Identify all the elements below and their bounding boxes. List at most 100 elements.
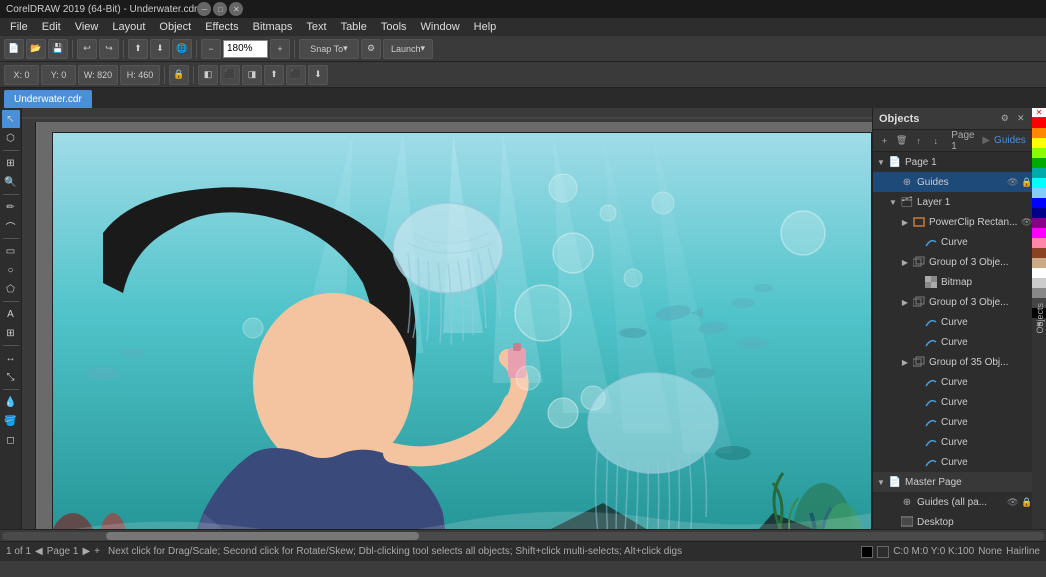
palette-magenta[interactable] [1032, 228, 1046, 238]
redo-button[interactable]: ↪ [99, 39, 119, 59]
layer1-arrow[interactable]: ▼ [887, 196, 899, 208]
guides-visibility[interactable]: 👁 [1006, 175, 1020, 189]
import-button[interactable]: ⬆ [128, 39, 148, 59]
canvas-content[interactable]: Mark Anthony J. Guzman [22, 122, 872, 529]
lock-ratio-button[interactable]: 🔒 [169, 65, 189, 85]
table-tool[interactable]: ⊞ [2, 324, 20, 342]
palette-teal[interactable] [1032, 168, 1046, 178]
objects-tree[interactable]: ▼ 📄 Page 1 ⊕ Guides 👁 🔒 ▼ 🗂 Layer 1 [873, 152, 1034, 529]
menu-edit[interactable]: Edit [36, 20, 67, 34]
obj-move-down-button[interactable]: ↓ [928, 133, 943, 149]
tree-desktop[interactable]: Desktop [873, 512, 1034, 529]
outline-color-swatch[interactable] [877, 546, 889, 558]
palette-yellow[interactable] [1032, 138, 1046, 148]
palette-no-fill[interactable]: ✕ [1032, 108, 1046, 118]
freehand-tool[interactable]: ✏ [2, 198, 20, 216]
outline-tool[interactable]: ◻ [2, 431, 20, 449]
palette-sky[interactable] [1032, 188, 1046, 198]
palette-pink[interactable] [1032, 238, 1046, 248]
undo-button[interactable]: ↩ [77, 39, 97, 59]
menu-table[interactable]: Table [335, 20, 373, 34]
tree-group2[interactable]: ▶ Group of 3 Obje... [873, 292, 1034, 312]
palette-blue[interactable] [1032, 198, 1046, 208]
palette-brown[interactable] [1032, 248, 1046, 258]
menu-bitmaps[interactable]: Bitmaps [247, 20, 299, 34]
tree-layer1[interactable]: ▼ 🗂 Layer 1 [873, 192, 1034, 212]
fill-tool[interactable]: 🪣 [2, 412, 20, 430]
palette-gray[interactable] [1032, 288, 1046, 298]
tree-page1[interactable]: ▼ 📄 Page 1 [873, 152, 1034, 172]
publish-button[interactable]: 🌐 [172, 39, 192, 59]
obj-delete-button[interactable]: 🗑 [894, 133, 909, 149]
options-button[interactable]: ⚙ [361, 39, 381, 59]
node-tool[interactable]: ⬡ [2, 129, 20, 147]
ellipse-tool[interactable]: ○ [2, 261, 20, 279]
guides-all-visibility[interactable]: 👁 [1006, 495, 1020, 509]
palette-red[interactable] [1032, 118, 1046, 128]
page-nav-prev[interactable]: ◀ [35, 546, 43, 557]
document-tab[interactable]: Underwater.cdr [4, 90, 92, 108]
page-nav-next[interactable]: ▶ [82, 546, 90, 557]
powerclip-arrow[interactable]: ▶ [899, 216, 911, 228]
tree-powerclip[interactable]: ▶ PowerClip Rectan... 👁 [873, 212, 1034, 232]
menu-view[interactable]: View [69, 20, 105, 34]
panel-close-button[interactable]: ✕ [1014, 112, 1028, 126]
text-tool[interactable]: A [2, 305, 20, 323]
menu-help[interactable]: Help [468, 20, 503, 34]
close-button[interactable]: ✕ [229, 2, 243, 16]
fill-color-swatch[interactable] [861, 546, 873, 558]
breadcrumb-guides[interactable]: Guides [994, 135, 1026, 146]
zoom-tool[interactable]: 🔍 [2, 173, 20, 191]
dimension-tool[interactable]: ↔ [2, 349, 20, 367]
obj-position-x[interactable]: X: 0 [4, 65, 39, 85]
zoom-input[interactable] [223, 40, 268, 58]
obj-add-layer-button[interactable]: + [877, 133, 892, 149]
bezier-tool[interactable]: ⌒ [2, 217, 20, 235]
tree-curve6[interactable]: Curve [873, 412, 1034, 432]
tree-curve3[interactable]: Curve [873, 332, 1034, 352]
menu-layout[interactable]: Layout [106, 20, 151, 34]
new-button[interactable]: 📄 [4, 39, 24, 59]
palette-purple[interactable] [1032, 218, 1046, 228]
tree-curve8[interactable]: Curve [873, 452, 1034, 472]
tree-curve5[interactable]: Curve [873, 392, 1034, 412]
palette-lime[interactable] [1032, 148, 1046, 158]
palette-green[interactable] [1032, 158, 1046, 168]
tree-guides-all[interactable]: ⊕ Guides (all pa... 👁 🔒 [873, 492, 1034, 512]
rectangle-tool[interactable]: ▭ [2, 242, 20, 260]
zoom-out-button[interactable]: − [201, 39, 221, 59]
crop-tool[interactable]: ⊞ [2, 154, 20, 172]
minimize-button[interactable]: ─ [197, 2, 211, 16]
obj-width[interactable]: W: 820 [78, 65, 118, 85]
tree-group1[interactable]: ▶ Group of 3 Obje... [873, 252, 1034, 272]
obj-move-up-button[interactable]: ↑ [911, 133, 926, 149]
tree-curve2[interactable]: Curve [873, 312, 1034, 332]
align-middle-button[interactable]: ⬛ [286, 65, 306, 85]
align-bottom-button[interactable]: ⬇ [308, 65, 328, 85]
palette-white[interactable] [1032, 268, 1046, 278]
menu-file[interactable]: File [4, 20, 34, 34]
menu-tools[interactable]: Tools [375, 20, 413, 34]
palette-tan[interactable] [1032, 258, 1046, 268]
align-center-button[interactable]: ⬛ [220, 65, 240, 85]
tree-curve7[interactable]: Curve [873, 432, 1034, 452]
menu-object[interactable]: Object [153, 20, 197, 34]
page-add[interactable]: + [94, 546, 100, 557]
align-left-button[interactable]: ◧ [198, 65, 218, 85]
obj-height[interactable]: H: 460 [120, 65, 160, 85]
tree-group3[interactable]: ▶ Group of 35 Obj... [873, 352, 1034, 372]
page1-arrow[interactable]: ▼ [875, 156, 887, 168]
tree-master-page[interactable]: ▼ 📄 Master Page [873, 472, 1034, 492]
tree-guides[interactable]: ⊕ Guides 👁 🔒 [873, 172, 1034, 192]
zoom-in-button[interactable]: + [270, 39, 290, 59]
breadcrumb-page[interactable]: Page 1 [951, 130, 978, 152]
tree-curve1[interactable]: Curve [873, 232, 1034, 252]
group1-arrow[interactable]: ▶ [899, 256, 911, 268]
obj-position-y[interactable]: Y: 0 [41, 65, 76, 85]
polygon-tool[interactable]: ⬠ [2, 280, 20, 298]
align-top-button[interactable]: ⬆ [264, 65, 284, 85]
horizontal-scrollbar[interactable] [0, 529, 1046, 541]
tree-curve4[interactable]: Curve [873, 372, 1034, 392]
selector-tool[interactable]: ↖ [2, 110, 20, 128]
menu-window[interactable]: Window [415, 20, 466, 34]
